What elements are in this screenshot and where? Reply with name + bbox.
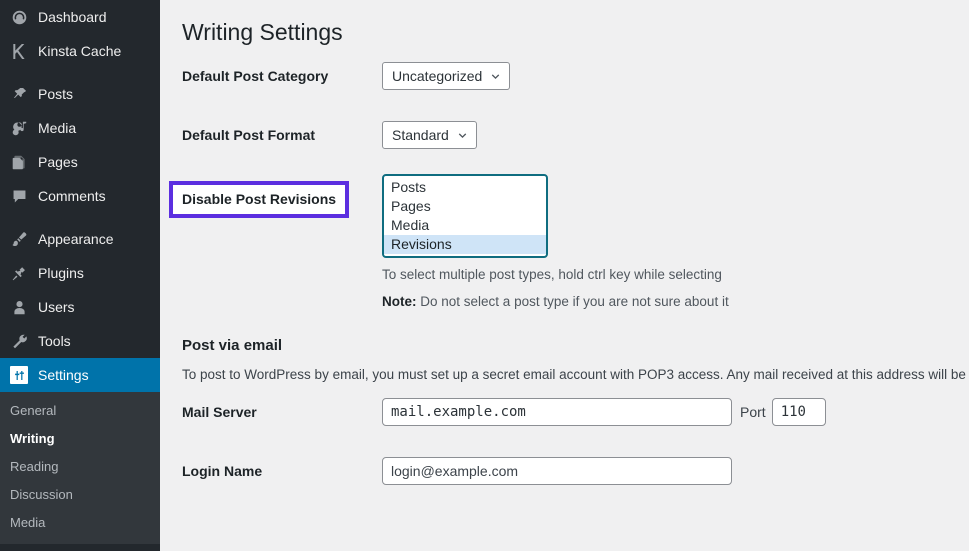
post-via-email-heading: Post via email	[182, 337, 283, 354]
media-icon	[9, 118, 29, 138]
sidebar-item-tools[interactable]: Tools	[0, 324, 160, 358]
chevron-down-icon	[489, 70, 502, 83]
dashboard-icon	[9, 7, 29, 27]
sidebar-item-label: Tools	[38, 333, 71, 349]
sidebar-item-comments[interactable]: Comments	[0, 179, 160, 213]
page-title: Writing Settings	[182, 19, 343, 45]
sidebar-item-kinsta-cache[interactable]: Kinsta Cache	[0, 34, 160, 68]
chevron-down-icon	[456, 129, 469, 142]
sidebar-item-label: Plugins	[38, 265, 84, 281]
kinsta-k-icon	[9, 41, 29, 61]
login-name-input[interactable]	[382, 457, 732, 485]
post-via-email-description: To post to WordPress by email, you must …	[182, 365, 969, 385]
port-label: Port	[740, 404, 766, 420]
wrench-icon	[9, 331, 29, 351]
label-disable-post-revisions: Disable Post Revisions	[182, 191, 337, 207]
sidebar-item-dashboard[interactable]: Dashboard	[0, 0, 160, 34]
label-login-name: Login Name	[182, 463, 263, 479]
default-post-category-select[interactable]: Uncategorized	[382, 62, 511, 90]
sidebar-item-label: Kinsta Cache	[38, 43, 122, 59]
submenu-item-general[interactable]: General	[0, 397, 160, 425]
sidebar-item-pages[interactable]: Pages	[0, 145, 160, 179]
sidebar-item-settings[interactable]: Settings	[0, 358, 160, 392]
sidebar-item-users[interactable]: Users	[0, 290, 160, 324]
listbox-option-revisions[interactable]: Revisions	[384, 235, 546, 254]
writing-settings-form: Default Post Category Uncategorized Defa…	[169, 47, 969, 326]
listbox-hint: To select multiple post types, hold ctrl…	[382, 267, 722, 282]
row-mail-server: Mail Server Port	[182, 385, 969, 442]
submenu-item-discussion[interactable]: Discussion	[0, 481, 160, 509]
pushpin-icon	[9, 84, 29, 104]
main-content: Writing Settings Default Post Category U…	[160, 0, 969, 551]
sidebar-item-label: Dashboard	[38, 9, 107, 25]
mail-server-input[interactable]	[382, 398, 732, 426]
sidebar-item-label: Users	[38, 299, 75, 315]
submenu-item-writing[interactable]: Writing	[0, 425, 160, 453]
default-post-format-select[interactable]: Standard	[382, 121, 477, 149]
submenu-item-media[interactable]: Media	[0, 509, 160, 537]
sidebar-item-label: Settings	[38, 367, 89, 383]
plug-icon	[9, 263, 29, 283]
listbox-note: Note: Do not select a post type if you a…	[382, 293, 959, 311]
note-text: Do not select a post type if you are not…	[420, 294, 729, 309]
sidebar-item-label: Pages	[38, 154, 78, 170]
label-default-post-format: Default Post Format	[182, 127, 316, 143]
row-login-name: Login Name	[182, 442, 969, 501]
description-text: To post to WordPress by email, you must …	[182, 367, 969, 382]
submenu-item-reading[interactable]: Reading	[0, 453, 160, 481]
sidebar-item-label: Appearance	[38, 231, 114, 247]
paintbrush-icon	[9, 229, 29, 249]
listbox-option-posts[interactable]: Posts	[384, 178, 546, 197]
sidebar-item-plugins[interactable]: Plugins	[0, 256, 160, 290]
sidebar-divider	[0, 213, 160, 222]
row-default-post-format: Default Post Format Standard	[182, 106, 969, 165]
mail-server-row: Port	[382, 398, 959, 426]
sidebar-item-label: Media	[38, 120, 77, 136]
admin-sidebar: Dashboard Kinsta Cache Posts Media Pages…	[0, 0, 160, 551]
pages-icon	[9, 152, 29, 172]
post-types-listbox[interactable]: Posts Pages Media Revisions	[382, 174, 548, 258]
port-input[interactable]	[771, 398, 826, 426]
default-post-format-value: Standard	[392, 127, 449, 143]
sliders-icon	[9, 365, 29, 385]
sidebar-item-label: Posts	[38, 86, 74, 102]
sidebar-divider	[0, 68, 160, 77]
listbox-option-pages[interactable]: Pages	[384, 197, 546, 216]
row-disable-post-revisions: Disable Post Revisions Posts Pages Media…	[169, 165, 969, 326]
disable-post-revisions-highlight: Disable Post Revisions	[169, 181, 350, 218]
sidebar-item-label: Comments	[38, 188, 106, 204]
default-post-category-value: Uncategorized	[392, 68, 483, 84]
label-mail-server: Mail Server	[182, 404, 257, 420]
sidebar-item-media[interactable]: Media	[0, 111, 160, 145]
note-label: Note:	[382, 294, 417, 309]
label-default-post-category: Default Post Category	[182, 68, 329, 84]
row-default-post-category: Default Post Category Uncategorized	[182, 47, 969, 106]
settings-submenu: General Writing Reading Discussion Media	[0, 392, 160, 544]
post-via-email-form: Mail Server Port Login Name	[182, 385, 969, 501]
admin-screen: Dashboard Kinsta Cache Posts Media Pages…	[0, 0, 969, 551]
listbox-option-media[interactable]: Media	[384, 216, 546, 235]
comment-bubble-icon	[9, 186, 29, 206]
sidebar-item-posts[interactable]: Posts	[0, 77, 160, 111]
sidebar-item-appearance[interactable]: Appearance	[0, 222, 160, 256]
user-icon	[9, 297, 29, 317]
